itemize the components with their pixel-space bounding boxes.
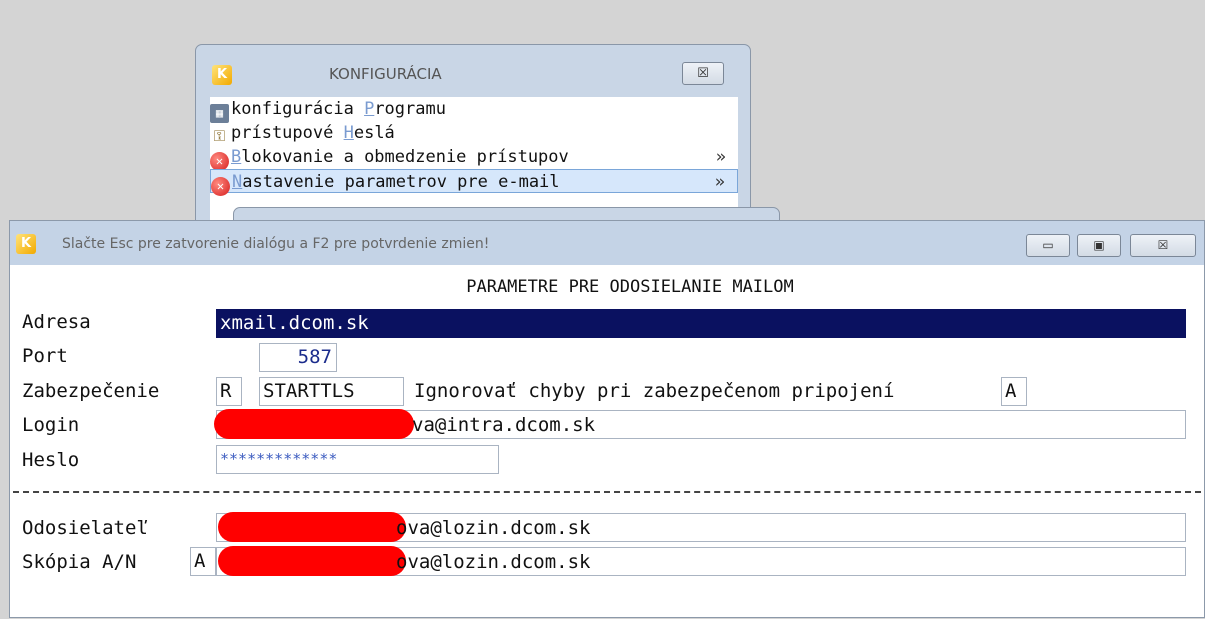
- form-heading: PARAMETRE PRE ODOSIELANIE MAILOM: [466, 277, 794, 297]
- configuration-titlebar: K KONFIGURÁCIA ☒: [196, 45, 750, 97]
- menu-item-access-passwords[interactable]: ⚿ prístupové Heslá: [210, 121, 738, 145]
- ignore-errors-label: Ignorovať chyby pri zabezpečenom pripoje…: [414, 380, 895, 402]
- submenu-arrow-icon: »: [715, 147, 726, 167]
- redaction-mark: [218, 512, 406, 542]
- configuration-close-button[interactable]: ☒: [682, 62, 724, 85]
- password-label: Heslo: [22, 449, 80, 471]
- address-label: Adresa: [22, 311, 91, 333]
- login-value: va@intra.dcom.sk: [412, 414, 596, 436]
- app-logo-icon: K: [16, 234, 36, 254]
- dialog-title: Slačte Esc pre zatvorenie dialógu a F2 p…: [62, 236, 490, 252]
- menu-hotkey: B: [231, 147, 242, 167]
- menu-hotkey: H: [343, 123, 354, 143]
- submenu-arrow-icon: »: [714, 172, 725, 192]
- menu-item-text: rogramu: [374, 99, 446, 119]
- app-logo-icon: K: [212, 65, 232, 85]
- ignore-errors-field[interactable]: A: [1001, 377, 1027, 406]
- separator-line: [13, 491, 1201, 493]
- submenu-window-edge: [233, 207, 780, 221]
- menu-hotkey: N: [232, 172, 243, 192]
- security-label: Zabezpečenie: [22, 380, 160, 402]
- menu-item-text: lokovanie a obmedzenie prístupov: [241, 147, 569, 167]
- sender-value: ova@lozin.dcom.sk: [396, 517, 591, 539]
- copy-label: Skópia A/N: [22, 551, 137, 573]
- security-type-field[interactable]: STARTTLS: [259, 377, 404, 406]
- menu-item-text: konfigurácia: [231, 99, 365, 119]
- keys-icon: ⚿: [213, 127, 226, 145]
- copy-email-value: ova@lozin.dcom.sk: [396, 551, 591, 573]
- email-parameters-dialog: K Slačte Esc pre zatvorenie dialógu a F2…: [9, 220, 1205, 618]
- address-field[interactable]: xmail.dcom.sk: [216, 309, 1186, 338]
- dialog-close-button[interactable]: ☒: [1130, 234, 1196, 257]
- menu-item-email-settings[interactable]: ✕ Nastavenie parametrov pre e-mail »: [210, 169, 738, 196]
- security-code-field[interactable]: R: [216, 377, 242, 406]
- menu-item-text: astavenie parametrov pre e-mail: [242, 172, 560, 192]
- copy-flag-field[interactable]: A: [190, 547, 216, 576]
- sender-label: Odosielateľ: [22, 517, 148, 539]
- maximize-button[interactable]: ▣: [1077, 234, 1121, 257]
- login-label: Login: [22, 414, 80, 436]
- port-field[interactable]: 587: [259, 343, 337, 372]
- menu-item-program-config[interactable]: ▦ konfigurácia Programu: [210, 97, 738, 123]
- error-icon: ✕: [211, 177, 230, 196]
- redaction-mark: [214, 409, 414, 439]
- configuration-title: KONFIGURÁCIA: [329, 65, 442, 83]
- menu-item-access-blocking[interactable]: ✕ Blokovanie a obmedzenie prístupov »: [210, 145, 738, 171]
- dialog-body: PARAMETRE PRE ODOSIELANIE MAILOM Adresa …: [10, 265, 1204, 617]
- menu-hotkey: P: [364, 99, 375, 119]
- menu-item-text: eslá: [353, 123, 395, 143]
- menu-item-text: prístupové: [231, 123, 344, 143]
- port-label: Port: [22, 345, 68, 367]
- redaction-mark: [218, 546, 406, 576]
- dialog-titlebar: K Slačte Esc pre zatvorenie dialógu a F2…: [10, 221, 1204, 263]
- minimize-button[interactable]: ▭: [1026, 234, 1070, 257]
- password-field[interactable]: *************: [216, 445, 499, 474]
